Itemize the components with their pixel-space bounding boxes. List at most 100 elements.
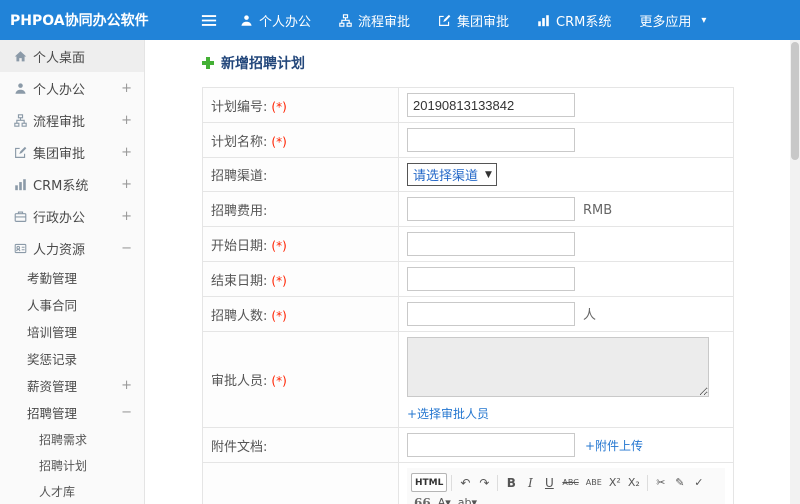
nav-personal-office[interactable]: 个人办公 <box>226 0 325 40</box>
collapse-toggle[interactable]: − <box>121 241 132 256</box>
start-date-input[interactable] <box>407 232 575 256</box>
sidebar-item-training[interactable]: 培训管理 <box>0 318 144 345</box>
form-row-channel: 招聘渠道: 请选择渠道 ▼ <box>202 157 734 192</box>
form-row-approvers: 审批人员: (*) +选择审批人员 <box>202 331 734 428</box>
approvers-textarea[interactable] <box>407 337 709 397</box>
sidebar-item-label: 集团审批 <box>33 146 86 162</box>
form-row-plan-name: 计划名称: (*) <box>202 122 734 158</box>
fee-input[interactable] <box>407 197 575 221</box>
app-window: PHPOA协同办公软件 个人办公 流程审批 集团审批 CRM系统 更多应用 ▾ … <box>0 0 800 504</box>
bold-button[interactable]: B <box>502 473 520 492</box>
superscript-button[interactable]: X² <box>606 473 624 492</box>
plan-number-input[interactable] <box>407 93 575 117</box>
form-row-editor: HTML ↶ ↷ B I U ABC ABE X² X₂ ✂ ✎ ✓ 66 A▾… <box>202 462 734 504</box>
vertical-scrollbar[interactable] <box>790 40 800 504</box>
sidebar-item-admin-office[interactable]: 行政办公 + <box>0 200 144 232</box>
collapse-toggle[interactable]: − <box>121 405 132 420</box>
field-label: 开始日期: <box>211 238 268 254</box>
sidebar-item-label: 人事合同 <box>27 298 78 313</box>
expand-toggle[interactable]: + <box>121 113 132 128</box>
required-marker: (*) <box>271 99 287 114</box>
field-label: 附件文档: <box>211 439 268 455</box>
sidebar-item-hr[interactable]: 人力资源 − <box>0 232 144 264</box>
sidebar-item-label: 个人桌面 <box>33 50 86 66</box>
page-title: 新增招聘计划 <box>221 56 305 72</box>
plan-name-input[interactable] <box>407 128 575 152</box>
sidebar-item-rewards[interactable]: 奖惩记录 <box>0 345 144 372</box>
sidebar-item-attendance[interactable]: 考勤管理 <box>0 264 144 291</box>
chart-icon <box>537 14 550 27</box>
sidebar-item-group-approval[interactable]: 集团审批 + <box>0 136 144 168</box>
briefcase-icon <box>14 210 33 223</box>
headcount-input[interactable] <box>407 302 575 326</box>
edit-icon <box>438 14 451 27</box>
sidebar-item-recruit-plan[interactable]: 招聘计划 <box>0 452 144 478</box>
chevron-down-icon: ▾ <box>701 14 707 26</box>
expand-toggle[interactable]: + <box>121 145 132 160</box>
sidebar-item-label: 薪资管理 <box>27 379 78 394</box>
recruit-plan-form: 计划编号:(*) 计划名称:(*) 招聘渠道: 请选择渠道 ▼ 招聘费用: RM… <box>202 87 734 504</box>
undo-button[interactable]: ↶ <box>456 473 474 492</box>
format-brush-button[interactable]: ✎ <box>671 473 689 492</box>
channel-select-value: 请选择渠道 <box>413 169 479 184</box>
strikethrough-button[interactable]: ABC <box>559 473 581 492</box>
nav-process-approval[interactable]: 流程审批 <box>325 0 424 40</box>
sidebar-item-label: 流程审批 <box>33 114 86 130</box>
nav-more-apps[interactable]: 更多应用 ▾ <box>625 0 720 40</box>
editor-toolbar-row1: HTML ↶ ↷ B I U ABC ABE X² X₂ ✂ ✎ ✓ 66 A▾… <box>411 473 721 504</box>
edit-icon <box>14 146 33 159</box>
expand-toggle[interactable]: + <box>121 378 132 393</box>
blockquote-button[interactable]: 66 <box>411 493 434 504</box>
nav-label: CRM系统 <box>556 14 612 30</box>
html-source-button[interactable]: HTML <box>411 473 448 492</box>
sidebar-item-label: 招聘需求 <box>39 432 88 447</box>
subscript-button[interactable]: X₂ <box>625 473 643 492</box>
font-color-button[interactable]: A▾ <box>435 493 454 504</box>
end-date-input[interactable] <box>407 267 575 291</box>
redo-button[interactable]: ↷ <box>475 473 493 492</box>
field-label: 结束日期: <box>211 273 268 289</box>
sidebar-item-contract[interactable]: 人事合同 <box>0 291 144 318</box>
nav-group-approval[interactable]: 集团审批 <box>424 0 523 40</box>
nav-crm[interactable]: CRM系统 <box>523 0 625 40</box>
sidebar-item-personal-office[interactable]: 个人办公 + <box>0 72 144 104</box>
sidebar-item-salary[interactable]: 薪资管理 + <box>0 372 144 399</box>
chart-icon <box>14 178 33 191</box>
attachment-upload-link[interactable]: +附件上传 <box>585 439 643 453</box>
top-navbar: PHPOA协同办公软件 个人办公 流程审批 集团审批 CRM系统 更多应用 ▾ <box>0 0 800 40</box>
sidebar-item-label: 行政办公 <box>33 210 86 226</box>
sidebar-item-personal-desktop[interactable]: 个人桌面 <box>0 40 144 72</box>
sidebar-item-label: 奖惩记录 <box>27 352 78 367</box>
highlight-color-button[interactable]: ab▾ <box>455 493 480 504</box>
nav-label: 流程审批 <box>358 14 411 30</box>
sidebar-item-recruit-demand[interactable]: 招聘需求 <box>0 426 144 452</box>
nav-label: 更多应用 <box>639 14 692 30</box>
spellcheck-button[interactable]: ✓ <box>690 473 708 492</box>
sidebar-item-label: 招聘管理 <box>27 406 78 421</box>
channel-select[interactable]: 请选择渠道 ▼ <box>407 163 497 186</box>
expand-toggle[interactable]: + <box>121 81 132 96</box>
attachment-input[interactable] <box>407 433 575 457</box>
required-marker: (*) <box>271 374 287 388</box>
sidebar-item-crm[interactable]: CRM系统 + <box>0 168 144 200</box>
required-marker: (*) <box>271 308 287 323</box>
flow-icon <box>339 13 352 27</box>
expand-toggle[interactable]: + <box>121 209 132 224</box>
sidebar-item-recruit-mgmt[interactable]: 招聘管理 − <box>0 399 144 426</box>
field-label: 计划名称: <box>211 134 268 150</box>
cut-button[interactable]: ✂ <box>652 473 670 492</box>
italic-button[interactable]: I <box>521 473 539 492</box>
menu-icon[interactable] <box>192 0 226 40</box>
headcount-unit: 人 <box>583 307 597 323</box>
home-icon <box>14 50 33 63</box>
select-approvers-link[interactable]: +选择审批人员 <box>407 405 725 422</box>
sidebar-item-process-approval[interactable]: 流程审批 + <box>0 104 144 136</box>
underline-button[interactable]: U <box>540 473 558 492</box>
toolbar-separator <box>497 474 499 491</box>
remove-format-button[interactable]: ABE <box>583 473 605 492</box>
expand-toggle[interactable]: + <box>121 177 132 192</box>
sidebar-item-talent-pool[interactable]: 人才库 <box>0 478 144 504</box>
scrollbar-thumb[interactable] <box>791 42 799 160</box>
required-marker: (*) <box>271 238 287 253</box>
field-label: 招聘渠道: <box>211 169 268 184</box>
